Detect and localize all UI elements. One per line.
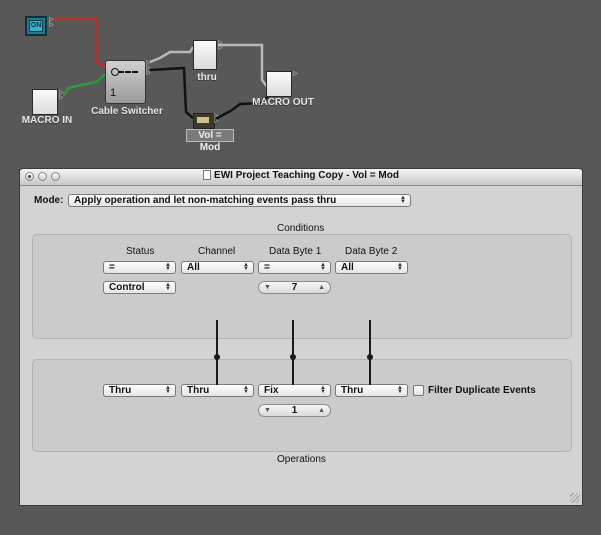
event-filter-window: EWI Project Teaching Copy - Vol = Mod Mo… — [19, 168, 583, 506]
channel-condition-select[interactable]: All ▲ ▼ — [181, 261, 254, 274]
data-byte-1-operation-select[interactable]: Fix ▲ ▼ — [258, 384, 331, 397]
filter-duplicates-label: Filter Duplicate Events — [428, 385, 536, 396]
status-operator-select[interactable]: = ▲ ▼ — [103, 261, 176, 274]
mode-select[interactable]: Apply operation and let non-matching eve… — [68, 194, 411, 207]
cable-switcher-position: 1 — [110, 87, 117, 99]
data-byte-2-operation-select[interactable]: Thru ▲ ▼ — [335, 384, 408, 397]
cable-switcher-label: Cable Switcher — [91, 106, 163, 117]
switch-cable-icon — [118, 71, 138, 73]
document-icon — [203, 170, 212, 180]
popup-arrows-icon: ▲ ▼ — [400, 195, 406, 205]
macro-out-node[interactable] — [266, 71, 292, 97]
macro-in-ports-icon: ▷ ▷ — [59, 90, 64, 101]
increment-icon[interactable]: ▲ — [318, 405, 325, 416]
window-title: EWI Project Teaching Copy - Vol = Mod — [20, 170, 582, 181]
increment-icon[interactable]: ▲ — [318, 282, 325, 293]
status-value-select[interactable]: Control ▲ ▼ — [103, 281, 176, 294]
vol-mod-label: Vol = Mod — [186, 129, 234, 153]
data-byte-1-link-knob-icon[interactable] — [290, 354, 296, 360]
on-button-label: ON — [29, 20, 43, 32]
data-byte-2-link-knob-icon[interactable] — [367, 354, 373, 360]
macro-out-label: MACRO OUT — [252, 97, 314, 108]
macro-out-ports-icon: ▷ — [293, 71, 298, 77]
thru-node[interactable] — [193, 40, 217, 70]
thru-ports-icon: ▷ ▷ — [218, 40, 223, 51]
operations-group: Thru ▲ ▼ Thru ▲ ▼ Fix ▲ ▼ Thru ▲ ▼ Filter Duplic… — [32, 359, 572, 452]
data-byte-2-link-slider[interactable] — [369, 320, 371, 385]
resize-grip-icon[interactable] — [570, 493, 580, 503]
data-byte-2-condition-select[interactable]: All ▲ ▼ — [335, 261, 408, 274]
data-byte-1-fix-value-stepper[interactable]: ▼ 1 ▲ — [258, 404, 331, 417]
on-button[interactable]: ON — [25, 16, 47, 36]
channel-operation-select[interactable]: Thru ▲ ▼ — [181, 384, 254, 397]
window-content: Mode: Apply operation and let non-matchi… — [20, 186, 582, 505]
data-byte-1-value-stepper[interactable]: ▼ 7 ▲ — [258, 281, 331, 294]
thru-label: thru — [197, 72, 217, 83]
status-link-slider[interactable] — [216, 320, 218, 385]
conditions-label: Conditions — [277, 223, 325, 234]
window-titlebar[interactable]: EWI Project Teaching Copy - Vol = Mod — [20, 169, 582, 186]
column-header-status: Status — [126, 246, 155, 257]
cable-switcher-ports-icon: ▷ ▷ ▷ — [146, 60, 151, 76]
vol-mod-ports-icon: ▷ ▷ — [214, 113, 219, 124]
column-header-data-byte-2: Data Byte 2 — [345, 246, 398, 257]
operations-label: Operations — [277, 454, 326, 465]
cable-switcher-node[interactable]: 1 — [105, 60, 146, 104]
column-header-data-byte-1: Data Byte 1 — [269, 246, 322, 257]
patch-wires — [53, 17, 269, 122]
column-header-channel: Channel — [198, 246, 236, 257]
decrement-icon[interactable]: ▼ — [264, 282, 271, 293]
data-byte-1-operator-select[interactable]: = ▲ ▼ — [258, 261, 331, 274]
status-operation-select[interactable]: Thru ▲ ▼ — [103, 384, 176, 397]
macro-in-label: MACRO IN — [21, 115, 73, 126]
mode-label: Mode: — [34, 195, 64, 206]
conditions-group: Status Channel Data Byte 1 Data Byte 2 =… — [32, 234, 572, 339]
filter-duplicates-checkbox[interactable] — [413, 385, 424, 396]
decrement-icon[interactable]: ▼ — [264, 405, 271, 416]
vol-mod-node[interactable] — [193, 113, 215, 129]
data-byte-1-link-slider[interactable] — [292, 320, 294, 385]
status-link-knob-icon[interactable] — [214, 354, 220, 360]
on-output-ports-icon: ▷ ▷ — [49, 17, 54, 28]
macro-in-node[interactable] — [32, 89, 58, 115]
